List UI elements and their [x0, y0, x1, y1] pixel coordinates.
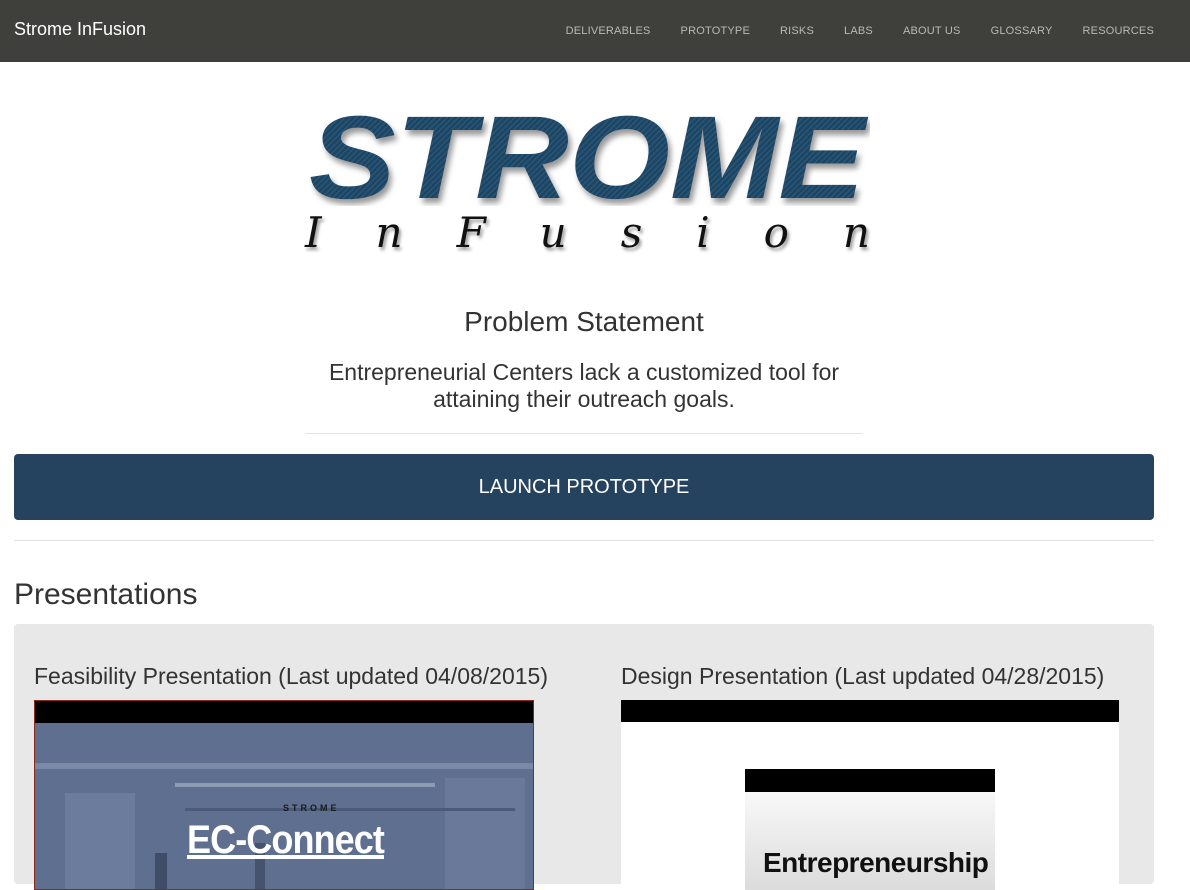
logo-letter: i	[696, 208, 710, 257]
logo-letter: F	[456, 208, 486, 257]
nav-about-us[interactable]: ABOUT US	[888, 0, 976, 62]
main-nav: DELIVERABLES PROTOTYPE RISKS LABS ABOUT …	[551, 0, 1190, 62]
logo-letter: s	[620, 208, 643, 257]
brand-link[interactable]: Strome InFusion	[14, 19, 146, 40]
problem-statement-heading: Problem Statement	[464, 306, 704, 337]
logo-letter: u	[539, 208, 567, 257]
problem-statement-text: Entrepreneurial Centers lack a customize…	[328, 359, 840, 412]
nav-risks[interactable]: RISKS	[765, 0, 829, 62]
divider	[14, 540, 1154, 541]
embed-toolbar	[621, 700, 1119, 722]
slide-title-entrepreneurship: Entrepreneurship	[763, 847, 989, 878]
logo-letter: o	[763, 208, 789, 257]
nav-labs[interactable]: LABS	[829, 0, 888, 62]
logo-letter: n	[842, 208, 870, 257]
top-navbar: Strome InFusion DELIVERABLES PROTOTYPE R…	[0, 0, 1190, 62]
embed-toolbar	[35, 701, 533, 723]
feasibility-presentation-title: Feasibility Presentation (Last updated 0…	[34, 663, 548, 689]
nav-deliverables[interactable]: DELIVERABLES	[551, 0, 666, 62]
nav-resources[interactable]: RESOURCES	[1068, 0, 1190, 62]
slide-header-bar	[745, 769, 995, 792]
logo-wordmark: STROME	[309, 100, 869, 206]
logo-letter: n	[375, 208, 403, 257]
slide-preview: Entrepreneurship	[745, 769, 995, 890]
slide-title-ec-connect: EC-Connect	[187, 818, 385, 862]
nav-glossary[interactable]: GLOSSARY	[976, 0, 1068, 62]
svg-text:STROME: STROME	[309, 100, 869, 206]
launch-prototype-button[interactable]: LAUNCH PROTOTYPE	[14, 454, 1154, 520]
slide-building-sign: STROME	[283, 803, 340, 813]
design-presentation-embed[interactable]: Entrepreneurship	[621, 700, 1119, 890]
feasibility-presentation-embed[interactable]: STROME EC-Connect	[34, 700, 534, 890]
logo-letter: I	[305, 208, 322, 257]
presentations-heading: Presentations	[14, 578, 198, 611]
strome-infusion-logo: STROME I n F u s i o n	[305, 100, 870, 260]
logo-subtitle: I n F u s i o n	[305, 208, 870, 257]
design-presentation-title: Design Presentation (Last updated 04/28/…	[621, 663, 1105, 689]
divider	[305, 433, 863, 434]
nav-prototype[interactable]: PROTOTYPE	[666, 0, 765, 62]
